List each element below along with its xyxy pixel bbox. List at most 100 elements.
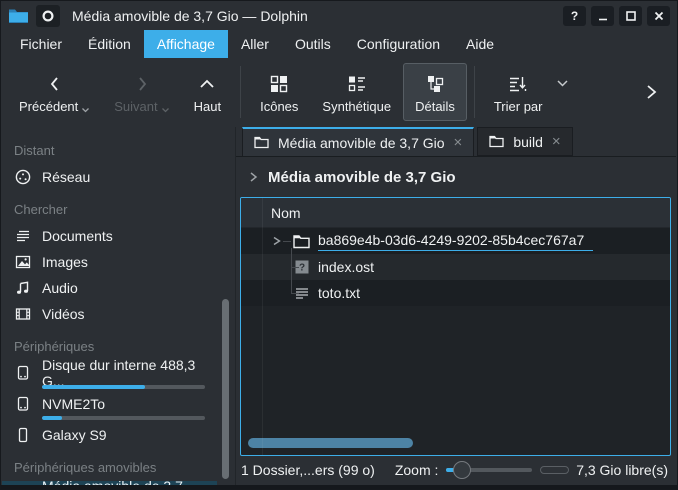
sidebar-item-label: Documents xyxy=(42,228,113,244)
window-icon-button[interactable] xyxy=(36,5,60,27)
file-row-toto-txt[interactable]: toto.txt xyxy=(241,280,670,306)
menu-aide[interactable]: Aide xyxy=(453,30,507,58)
svg-text:?: ? xyxy=(298,263,304,274)
window-controls: ? xyxy=(563,6,670,26)
sort-icon xyxy=(507,71,529,95)
chevron-right-icon xyxy=(131,71,153,95)
toolbar-overflow-button[interactable] xyxy=(643,83,659,101)
close-button[interactable] xyxy=(647,6,670,26)
column-separator xyxy=(262,198,263,455)
zoom-slider[interactable] xyxy=(446,460,532,480)
forward-button[interactable]: Suivant xyxy=(102,63,181,121)
menu-fichier[interactable]: Fichier xyxy=(7,30,75,58)
sidebar-item-documents[interactable]: Documents xyxy=(2,223,217,249)
tab-media-amovible[interactable]: Média amovible de 3,7 Gio × xyxy=(242,127,474,156)
places-panel: Distant Réseau Chercher Documents Images… xyxy=(2,127,236,485)
details-view-button[interactable]: Détails xyxy=(403,63,467,121)
toolbar-separator xyxy=(240,66,241,118)
chevron-right-icon xyxy=(248,171,258,183)
toolbar-separator xyxy=(474,66,475,118)
details-view-label: Détails xyxy=(415,99,455,114)
window-title: Média amovible de 3,7 Gio — Dolphin xyxy=(72,8,308,24)
tab-build[interactable]: build × xyxy=(477,127,572,156)
up-button[interactable]: Haut xyxy=(182,63,233,121)
help-button[interactable]: ? xyxy=(563,6,586,26)
folder-icon xyxy=(293,233,310,250)
sidebar-item-images[interactable]: Images xyxy=(2,249,217,275)
file-name[interactable]: index.ost xyxy=(318,259,374,275)
compact-view-button[interactable]: Synthétique xyxy=(310,63,403,121)
menu-edition[interactable]: Édition xyxy=(75,30,144,58)
free-space-label: 7,3 Gio libre(s) xyxy=(576,462,668,478)
sidebar-item-nvme[interactable]: NVME2To xyxy=(2,391,217,422)
menu-arrow-icon xyxy=(161,107,170,114)
file-rows: ba869e4b-03d6-4249-9202-85b4cec767a7 ? i… xyxy=(241,228,670,306)
sidebar-item-label: Audio xyxy=(42,280,78,296)
close-tab-icon[interactable]: × xyxy=(552,134,561,149)
close-tab-icon[interactable]: × xyxy=(454,135,463,150)
file-row-index-ost[interactable]: ? index.ost xyxy=(241,254,670,280)
maximize-button[interactable] xyxy=(619,6,642,26)
location-bar[interactable]: Média amovible de 3,7 Gio xyxy=(236,157,676,197)
compact-view-label: Synthétique xyxy=(322,99,391,114)
zoom-label: Zoom : xyxy=(395,462,439,478)
disk-usage-bar xyxy=(42,385,205,389)
file-view[interactable]: Nom ba869e4b-03d6-4249-9202-85b4cec767a7… xyxy=(240,197,671,456)
chevron-up-icon xyxy=(196,71,218,95)
tab-label: Média amovible de 3,7 Gio xyxy=(278,135,445,151)
menu-affichage[interactable]: Affichage xyxy=(144,30,228,58)
sidebar-item-label: Média amovible de 3,7 ... xyxy=(42,478,183,486)
sidebar-item-label: Galaxy S9 xyxy=(42,427,107,443)
sidebar-item-label: Images xyxy=(42,254,88,270)
file-name[interactable]: toto.txt xyxy=(318,285,360,301)
file-row-folder[interactable]: ba869e4b-03d6-4249-9202-85b4cec767a7 xyxy=(241,228,670,254)
sidebar-item-label: Disque dur interne 488,3 G... xyxy=(42,357,209,389)
sort-by-button[interactable]: Trier par xyxy=(482,63,555,121)
chevron-left-icon xyxy=(44,71,66,95)
sidebar-item-media-amovible[interactable]: Média amovible de 3,7 ... xyxy=(2,481,217,485)
sort-dropdown-icon[interactable] xyxy=(556,79,569,88)
titlebar[interactable]: Média amovible de 3,7 Gio — Dolphin ? xyxy=(1,1,677,30)
sidebar-item-galaxy-s9[interactable]: Galaxy S9 xyxy=(2,422,217,448)
icons-view-button[interactable]: Icônes xyxy=(248,63,310,121)
sidebar-scrollbar[interactable] xyxy=(222,299,229,479)
sidebar-item-reseau[interactable]: Réseau xyxy=(2,164,217,190)
sort-by-label: Trier par xyxy=(494,99,543,114)
sidebar-item-disque-dur[interactable]: Disque dur interne 488,3 G... xyxy=(2,360,217,391)
audio-icon xyxy=(14,279,32,297)
menu-arrow-icon xyxy=(81,107,90,114)
section-peripheriques: Périphériques xyxy=(14,339,217,354)
menu-aller[interactable]: Aller xyxy=(228,30,282,58)
forward-label: Suivant xyxy=(114,99,157,114)
status-bar: 1 Dossier,...ers (99 o) Zoom : 7,3 Gio l… xyxy=(236,456,676,485)
sidebar-item-audio[interactable]: Audio xyxy=(2,275,217,301)
zoom-slider-handle[interactable] xyxy=(453,461,471,479)
disk-usage-bar xyxy=(42,416,205,420)
back-label: Précédent xyxy=(19,99,78,114)
back-button[interactable]: Précédent xyxy=(7,63,102,121)
breadcrumb[interactable]: Média amovible de 3,7 Gio xyxy=(268,169,456,186)
tree-branch-line xyxy=(291,293,299,294)
dolphin-window: Média amovible de 3,7 Gio — Dolphin ? Fi… xyxy=(0,0,678,490)
horizontal-scrollbar[interactable] xyxy=(248,438,413,448)
list-header[interactable]: Nom xyxy=(241,198,670,228)
content-area: Distant Réseau Chercher Documents Images… xyxy=(2,127,676,485)
sidebar-item-videos[interactable]: Vidéos xyxy=(2,301,217,327)
compact-view-icon xyxy=(346,71,368,95)
expander-icon[interactable] xyxy=(271,233,283,249)
network-icon xyxy=(14,168,32,186)
minimize-button[interactable] xyxy=(591,6,614,26)
menu-configuration[interactable]: Configuration xyxy=(344,30,453,58)
tab-bar: Média amovible de 3,7 Gio × build × xyxy=(236,127,676,157)
file-name[interactable]: ba869e4b-03d6-4249-9202-85b4cec767a7 xyxy=(318,232,593,251)
images-icon xyxy=(14,253,32,271)
documents-icon xyxy=(14,227,32,245)
sidebar-item-label: Réseau xyxy=(42,169,90,185)
tree-branch-line xyxy=(291,267,299,268)
column-header-nom[interactable]: Nom xyxy=(271,205,301,221)
folder-icon xyxy=(489,135,504,148)
up-label: Haut xyxy=(194,99,221,114)
menu-outils[interactable]: Outils xyxy=(282,30,344,58)
section-peripheriques-amovibles: Périphériques amovibles xyxy=(14,460,217,475)
tree-branch-line xyxy=(283,241,291,242)
